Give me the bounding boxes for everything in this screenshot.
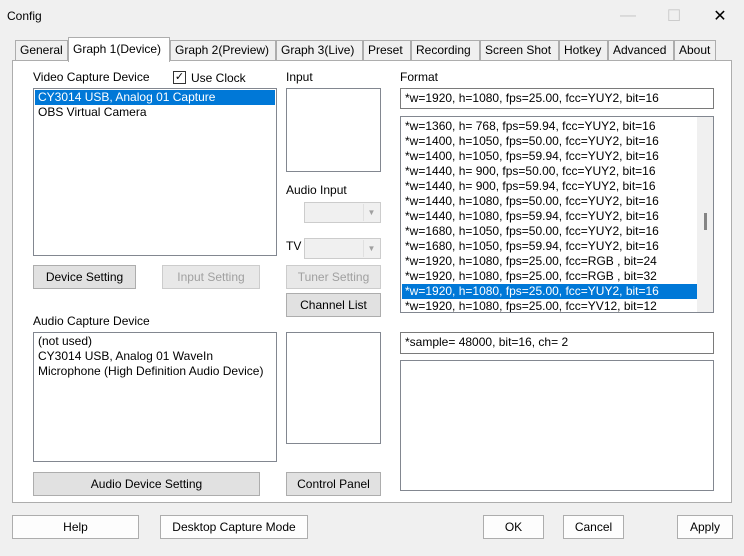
audio-format-list[interactable] xyxy=(400,360,714,491)
scrollbar-thumb[interactable] xyxy=(704,213,707,230)
tab-label: Graph 1(Device) xyxy=(73,42,162,56)
format-list-item[interactable]: *w=1440, h=1080, fps=50.00, fcc=YUY2, bi… xyxy=(402,194,697,209)
device-setting-button[interactable]: Device Setting xyxy=(33,265,136,289)
format-scrollbar[interactable] xyxy=(697,117,713,312)
format-list-item[interactable]: *w=1360, h= 768, fps=59.94, fcc=YUY2, bi… xyxy=(402,119,697,134)
tab-label: General xyxy=(20,43,63,57)
tab-label: Graph 2(Preview) xyxy=(175,43,270,57)
tab-about[interactable]: About xyxy=(674,40,716,61)
format-current-field[interactable]: *w=1920, h=1080, fps=25.00, fcc=YUY2, bi… xyxy=(400,88,714,109)
tab-label: Recording xyxy=(416,43,471,57)
tv-label: TV xyxy=(286,239,302,253)
tab-hotkey[interactable]: Hotkey xyxy=(559,40,608,61)
audio-input-label: Audio Input xyxy=(286,183,347,197)
tab-label: Preset xyxy=(368,43,403,57)
ok-button[interactable]: OK xyxy=(483,515,544,539)
list-item[interactable]: (not used) xyxy=(35,334,275,349)
close-button[interactable]: ✕ xyxy=(697,0,743,32)
tab-preset[interactable]: Preset xyxy=(363,40,411,61)
tab-graph2-preview[interactable]: Graph 2(Preview) xyxy=(170,40,276,61)
format-list-item[interactable]: *w=1680, h=1050, fps=50.00, fcc=YUY2, bi… xyxy=(402,224,697,239)
maximize-button: ☐ xyxy=(651,0,697,32)
format-list[interactable]: *w=1360, h= 768, fps=59.94, fcc=YUY2, bi… xyxy=(400,116,714,313)
list-item[interactable]: CY3014 USB, Analog 01 Capture xyxy=(35,90,275,105)
maximize-icon: ☐ xyxy=(666,8,682,25)
format-list-item[interactable]: *w=1680, h=1050, fps=59.94, fcc=YUY2, bi… xyxy=(402,239,697,254)
format-list-item[interactable]: *w=1920, h=1080, fps=25.00, fcc=RGB , bi… xyxy=(402,254,697,269)
input-list[interactable] xyxy=(286,88,381,172)
audio-format-field[interactable]: *sample= 48000, bit=16, ch= 2 xyxy=(400,332,714,354)
input-setting-button[interactable]: Input Setting xyxy=(162,265,260,289)
tab-label: Advanced xyxy=(613,43,667,57)
input-label: Input xyxy=(286,70,313,84)
minimize-button[interactable]: — xyxy=(605,0,651,32)
help-button[interactable]: Help xyxy=(12,515,139,539)
chevron-down-icon: ▼ xyxy=(363,204,379,221)
format-items: *w=1360, h= 768, fps=59.94, fcc=YUY2, bi… xyxy=(402,119,697,312)
audio-device-setting-button[interactable]: Audio Device Setting xyxy=(33,472,260,496)
format-list-item[interactable]: *w=1400, h=1050, fps=50.00, fcc=YUY2, bi… xyxy=(402,134,697,149)
window-title: Config xyxy=(7,9,42,23)
video-capture-device-label: Video Capture Device xyxy=(33,70,150,84)
audio-capture-device-label: Audio Capture Device xyxy=(33,314,150,328)
channel-list-button[interactable]: Channel List xyxy=(286,293,381,317)
tab-screen-shot[interactable]: Screen Shot xyxy=(480,40,559,61)
audio-input-list[interactable] xyxy=(286,332,381,444)
tab-recording[interactable]: Recording xyxy=(411,40,480,61)
chevron-down-icon: ▼ xyxy=(363,240,379,257)
tab-advanced[interactable]: Advanced xyxy=(608,40,674,61)
tab-graph3-live[interactable]: Graph 3(Live) xyxy=(276,40,363,61)
tab-label: Screen Shot xyxy=(485,43,552,57)
format-list-item[interactable]: *w=1440, h= 900, fps=59.94, fcc=YUY2, bi… xyxy=(402,179,697,194)
cancel-button[interactable]: Cancel xyxy=(563,515,624,539)
tab-general[interactable]: General xyxy=(15,40,68,61)
format-list-item[interactable]: *w=1400, h=1050, fps=59.94, fcc=YUY2, bi… xyxy=(402,149,697,164)
tab-label: About xyxy=(679,43,711,57)
list-item[interactable]: CY3014 USB, Analog 01 WaveIn xyxy=(35,349,275,364)
tab-label: Graph 3(Live) xyxy=(281,43,355,57)
tuner-setting-button[interactable]: Tuner Setting xyxy=(286,265,381,289)
audio-capture-device-list[interactable]: (not used) CY3014 USB, Analog 01 WaveIn … xyxy=(33,332,277,462)
check-icon: ✓ xyxy=(174,71,185,83)
use-clock-label[interactable]: Use Clock xyxy=(191,71,246,85)
list-item[interactable]: Microphone (High Definition Audio Device… xyxy=(35,364,275,379)
close-icon: ✕ xyxy=(713,8,727,25)
format-list-item[interactable]: *w=1440, h= 900, fps=50.00, fcc=YUY2, bi… xyxy=(402,164,697,179)
minimize-icon: — xyxy=(620,7,636,24)
tab-graph1-device[interactable]: Graph 1(Device) xyxy=(68,37,170,62)
use-clock-checkbox[interactable]: ✓ xyxy=(173,71,186,84)
desktop-capture-mode-button[interactable]: Desktop Capture Mode xyxy=(160,515,308,539)
control-panel-button[interactable]: Control Panel xyxy=(286,472,381,496)
format-list-item[interactable]: *w=1920, h=1080, fps=25.00, fcc=YUY2, bi… xyxy=(402,284,697,299)
format-label: Format xyxy=(400,70,439,84)
format-list-item[interactable]: *w=1440, h=1080, fps=59.94, fcc=YUY2, bi… xyxy=(402,209,697,224)
list-item[interactable]: OBS Virtual Camera xyxy=(35,105,275,120)
audio-input-combo[interactable]: ▼ xyxy=(304,202,381,223)
tab-label: Hotkey xyxy=(564,43,602,57)
tv-combo[interactable]: ▼ xyxy=(304,238,381,259)
format-list-item[interactable]: *w=1920, h=1080, fps=25.00, fcc=RGB , bi… xyxy=(402,269,697,284)
video-capture-device-list[interactable]: CY3014 USB, Analog 01 Capture OBS Virtua… xyxy=(33,88,277,256)
apply-button[interactable]: Apply xyxy=(677,515,733,539)
format-list-item[interactable]: *w=1920, h=1080, fps=25.00, fcc=YV12, bi… xyxy=(402,299,697,312)
